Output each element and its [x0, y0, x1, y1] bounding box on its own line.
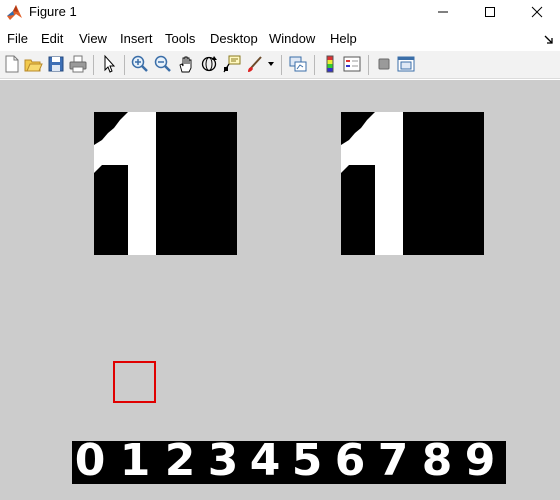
colorbar-icon[interactable]: [320, 54, 340, 74]
digit-5: 5: [291, 435, 323, 486]
digit-3: 3: [207, 435, 239, 486]
open-file-icon[interactable]: [23, 54, 43, 74]
show-plot-tools-icon[interactable]: [396, 54, 416, 74]
brush-icon[interactable]: [245, 54, 265, 74]
new-figure-icon[interactable]: [2, 54, 22, 74]
digit-0: 0: [74, 435, 106, 486]
zoom-out-icon[interactable]: [153, 54, 173, 74]
window-title: Figure 1: [29, 4, 77, 19]
digit-6: 6: [334, 435, 366, 486]
menu-file[interactable]: File: [7, 31, 28, 47]
menu-help[interactable]: Help: [330, 31, 357, 47]
digit-9: 9: [464, 435, 496, 486]
close-icon: [531, 6, 543, 18]
menu-desktop[interactable]: Desktop: [210, 31, 258, 47]
digit-7: 7: [377, 435, 409, 486]
minimize-button[interactable]: [420, 0, 466, 24]
menu-view[interactable]: View: [79, 31, 107, 47]
menu-edit[interactable]: Edit: [41, 31, 63, 47]
toolbar-separator: [314, 55, 315, 75]
close-button[interactable]: [514, 0, 560, 24]
menu-window[interactable]: Window: [269, 31, 315, 47]
minimize-icon: [438, 11, 448, 13]
toolbar-separator: [93, 55, 94, 75]
save-icon[interactable]: [46, 54, 66, 74]
brush-dropdown-icon[interactable]: [268, 62, 274, 67]
data-cursor-icon[interactable]: [222, 54, 242, 74]
digit-1: 1: [119, 435, 151, 486]
matlab-logo-icon: [7, 5, 22, 20]
figure-canvas[interactable]: 0 1 2 3 4 5 6 7 8 9: [0, 80, 560, 500]
pan-icon[interactable]: [176, 54, 196, 74]
maximize-icon: [485, 7, 495, 17]
title-bar: Figure 1: [0, 0, 560, 26]
selection-rectangle: [113, 361, 156, 403]
digit-8: 8: [421, 435, 453, 486]
digit-2: 2: [164, 435, 196, 486]
zoom-in-icon[interactable]: [130, 54, 150, 74]
link-plot-icon[interactable]: [288, 54, 308, 74]
menu-dock-arrow-icon[interactable]: [542, 33, 556, 45]
menu-insert[interactable]: Insert: [120, 31, 153, 47]
toolbar-separator: [124, 55, 125, 75]
toolbar-separator: [368, 55, 369, 75]
pointer-icon[interactable]: [99, 54, 119, 74]
figure-toolbar: [0, 51, 560, 79]
digit-4: 4: [249, 435, 281, 486]
hide-plot-tools-icon[interactable]: [374, 54, 394, 74]
legend-icon[interactable]: [342, 54, 362, 74]
right-digit-image: [341, 112, 484, 255]
left-digit-image: [94, 112, 237, 255]
rotate-3d-icon[interactable]: [199, 54, 219, 74]
digit-strip-image: 0 1 2 3 4 5 6 7 8 9: [72, 437, 506, 485]
toolbar-separator: [281, 55, 282, 75]
menu-tools[interactable]: Tools: [165, 31, 195, 47]
maximize-button[interactable]: [467, 0, 513, 24]
print-icon[interactable]: [68, 54, 88, 74]
menu-bar: File Edit View Insert Tools Desktop Wind…: [0, 27, 560, 51]
